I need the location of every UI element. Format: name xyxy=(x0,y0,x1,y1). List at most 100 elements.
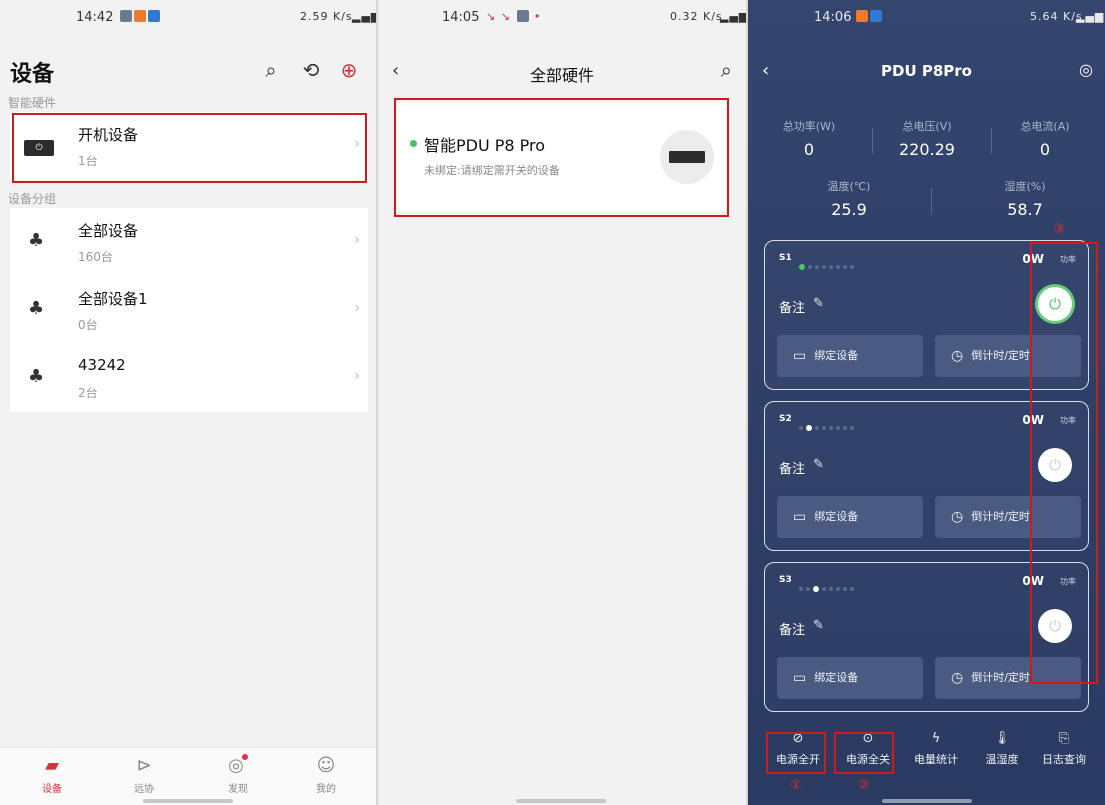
metric-label: 温度(℃) xyxy=(827,180,871,193)
page-title: 设备 xyxy=(10,62,55,87)
button-label: 倒计时/定时 xyxy=(971,671,1030,684)
group-name: 全部设备1 xyxy=(78,290,148,308)
section-device-groups: 设备分组 xyxy=(8,192,57,206)
group-item[interactable]: ♣ 全部设备1 0台 › xyxy=(10,276,368,344)
metric-label: 湿度(%) xyxy=(1004,180,1046,193)
status-bar: 14:05 ↘ ↘ • 0.32 K/s ▂▄▆ xyxy=(378,0,746,36)
button-label: 倒计时/定时 xyxy=(971,510,1030,523)
status-time: 14:06 xyxy=(814,10,852,25)
bind-device-button[interactable]: ▭ 绑定设备 xyxy=(777,496,923,538)
highlight-box xyxy=(394,98,729,217)
button-label: 绑定设备 xyxy=(814,671,859,684)
status-net-speed: 5.64 K/s xyxy=(1030,10,1083,23)
highlight-box-all-on xyxy=(766,732,826,774)
action-label: 电量统计 xyxy=(914,753,958,766)
metric-value: 220.29 xyxy=(899,140,955,159)
group-count: 0台 xyxy=(78,318,98,332)
temp-humidity-button[interactable]: 🌡 温湿度 xyxy=(970,730,1034,767)
search-icon[interactable]: ⌕ xyxy=(258,58,284,82)
status-bar: 14:42 2.59 K/s ▂▄▆ xyxy=(0,0,376,36)
metric-value: 25.9 xyxy=(831,200,867,219)
status-bar: 14:06 5.64 K/s ▂▄▆ xyxy=(748,0,1105,36)
humidity-metric: 湿度(%) 58.7 xyxy=(970,178,1080,219)
metric-value: 58.7 xyxy=(1007,200,1043,219)
socket-id: S2 xyxy=(779,414,792,424)
socket-memo-label: 备注 xyxy=(779,462,806,477)
annotation-marker-2: ② xyxy=(858,778,870,793)
home-indicator xyxy=(143,799,233,803)
metric-label: 总电流(A) xyxy=(1020,120,1070,133)
chevron-right-icon: › xyxy=(354,232,360,248)
temperature-metric: 温度(℃) 25.9 xyxy=(794,178,904,219)
group-name: 43242 xyxy=(78,356,126,374)
button-label: 绑定设备 xyxy=(814,349,859,362)
total-voltage-metric: 总电压(V) 220.29 xyxy=(872,118,982,159)
metric-value: 0 xyxy=(803,140,815,159)
compass-icon: ◎ xyxy=(208,754,268,778)
group-count: 160台 xyxy=(78,250,113,264)
power-stats-button[interactable]: ϟ 电量统计 xyxy=(904,730,968,767)
edit-icon[interactable]: ✎ xyxy=(813,618,824,633)
highlight-box xyxy=(12,113,367,183)
signal-battery-icon: ▂▄▆ xyxy=(1076,10,1105,23)
tab-bar: ▰ 设备 ⊳ 远协 ◎ 发现 ☺ 我的 xyxy=(0,747,376,805)
highlight-box-power-column xyxy=(1030,242,1098,684)
history-icon[interactable]: ⟲ xyxy=(298,58,324,82)
monitor-icon: ▭ xyxy=(793,348,807,364)
socket-id: S1 xyxy=(779,253,792,263)
bind-device-button[interactable]: ▭ 绑定设备 xyxy=(777,335,923,377)
alarm-clock-icon: ◷ xyxy=(951,670,964,686)
metric-label: 总电压(V) xyxy=(902,120,952,133)
add-icon[interactable]: ⊕ xyxy=(336,58,362,82)
group-item[interactable]: ♣ 43242 2台 › xyxy=(10,344,368,412)
group-item[interactable]: ♣ 全部设备 160台 › xyxy=(10,208,368,276)
network-group-icon: ♣ xyxy=(28,366,45,387)
tab-label: 我的 xyxy=(316,784,336,795)
group-name: 全部设备 xyxy=(78,222,139,240)
tab-label: 设备 xyxy=(42,784,62,795)
alarm-clock-icon: ◷ xyxy=(951,348,964,364)
tab-label: 发现 xyxy=(228,784,248,795)
socket-memo-label: 备注 xyxy=(779,301,806,316)
highlight-box-all-off xyxy=(834,732,894,774)
devices-screen: 14:42 2.59 K/s ▂▄▆ 设备 ⌕ ⟲ ⊕ 智能硬件 ⏻ 开机设备 … xyxy=(0,0,376,805)
lightning-icon: ϟ xyxy=(931,731,941,746)
socket-indicator-dots xyxy=(799,417,857,436)
send-icon: ⊳ xyxy=(136,755,152,776)
all-hardware-screen: 14:05 ↘ ↘ • 0.32 K/s ▂▄▆ ‹ 全部硬件 ⌕ 智能PDU … xyxy=(378,0,746,805)
annotation-marker-3: ③ xyxy=(1053,222,1065,237)
device-icon: ▰ xyxy=(45,755,59,776)
socket-memo-label: 备注 xyxy=(779,623,806,638)
socket-id: S3 xyxy=(779,575,792,585)
edit-icon[interactable]: ✎ xyxy=(813,296,824,311)
group-count: 2台 xyxy=(78,386,98,400)
page-title: PDU P8Pro xyxy=(881,62,972,80)
log-query-button[interactable]: ⎘ 日志查询 xyxy=(1032,730,1096,767)
tab-remote[interactable]: ⊳ 远协 xyxy=(114,754,174,795)
status-net-speed: 0.32 K/s xyxy=(670,10,723,23)
tab-discover[interactable]: ◎ 发现 xyxy=(208,754,268,795)
status-notification-icons xyxy=(118,10,160,23)
chevron-right-icon: › xyxy=(354,300,360,316)
socket-indicator-dots xyxy=(799,256,857,275)
bind-device-button[interactable]: ▭ 绑定设备 xyxy=(777,657,923,699)
signal-battery-icon: ▂▄▆ xyxy=(352,10,376,23)
settings-icon[interactable]: ◎ xyxy=(1079,60,1093,79)
status-time: 14:05 xyxy=(442,10,480,25)
pdu-detail-screen: 14:06 5.64 K/s ▂▄▆ ‹ PDU P8Pro ◎ 总功率(W) … xyxy=(748,0,1105,805)
monitor-icon: ▭ xyxy=(793,670,807,686)
alarm-clock-icon: ◷ xyxy=(951,509,964,525)
section-smart-hardware: 智能硬件 xyxy=(8,96,57,110)
tab-profile[interactable]: ☺ 我的 xyxy=(296,754,356,795)
status-time: 14:42 xyxy=(76,10,114,25)
signal-battery-icon: ▂▄▆ xyxy=(720,10,746,23)
metric-label: 总功率(W) xyxy=(782,120,836,133)
tab-devices[interactable]: ▰ 设备 xyxy=(22,754,82,795)
search-icon[interactable]: ⌕ xyxy=(721,58,732,82)
socket-indicator-dots xyxy=(799,578,857,597)
edit-icon[interactable]: ✎ xyxy=(813,457,824,472)
status-notification-icons: ↘ ↘ • xyxy=(486,10,542,23)
network-group-icon: ♣ xyxy=(28,298,45,319)
thermometer-icon: 🌡 xyxy=(993,731,1011,746)
action-label: 日志查询 xyxy=(1042,753,1086,766)
